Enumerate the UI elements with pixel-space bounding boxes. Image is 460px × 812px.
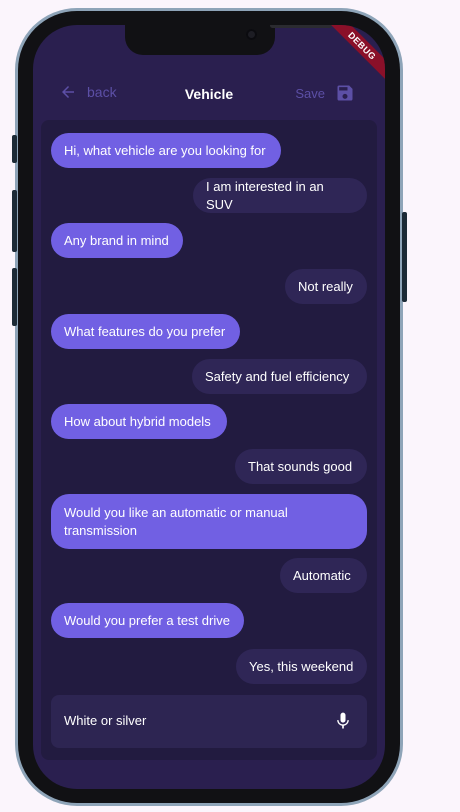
message-text: Safety and fuel efficiency xyxy=(205,368,350,384)
bot-message: Would you like an automatic or manual tr… xyxy=(51,494,367,549)
message-input-value[interactable]: White or silver xyxy=(64,713,146,728)
user-message: Safety and fuel efficiency xyxy=(192,359,367,394)
phone-side-button xyxy=(12,135,17,163)
speaker-grille xyxy=(270,25,332,28)
message-text: Any brand in mind xyxy=(64,232,169,248)
message-text: What features do you prefer xyxy=(64,323,226,339)
save-button[interactable]: Save xyxy=(295,83,355,103)
phone-notch xyxy=(125,25,332,55)
bot-message: Any brand in mind xyxy=(51,223,183,258)
user-message: Automatic xyxy=(280,558,367,593)
message-text: That sounds good xyxy=(248,458,353,474)
user-message: That sounds good xyxy=(235,449,367,484)
bot-message: How about hybrid models xyxy=(51,404,227,439)
message-text: Would you prefer a test drive xyxy=(64,612,230,628)
user-message: Not really xyxy=(285,269,367,304)
message-text: How about hybrid models xyxy=(64,413,211,429)
bot-message: Would you prefer a test drive xyxy=(51,603,244,638)
save-label: Save xyxy=(295,85,325,101)
message-text: Not really xyxy=(298,278,353,294)
message-text: Automatic xyxy=(293,567,351,583)
message-text: Yes, this weekend xyxy=(249,658,354,674)
message-input[interactable]: White or silver xyxy=(51,695,367,748)
user-message: I am interested in an SUV xyxy=(193,178,367,213)
phone-side-button xyxy=(12,268,17,326)
chat-panel: Hi, what vehicle are you looking for I a… xyxy=(41,120,377,760)
message-text: Would you like an automatic or manual tr… xyxy=(64,504,288,538)
message-text: Hi, what vehicle are you looking for xyxy=(64,142,266,158)
camera-icon xyxy=(246,29,257,40)
user-message: Yes, this weekend xyxy=(236,649,367,684)
save-icon xyxy=(337,85,353,101)
bot-message: What features do you prefer xyxy=(51,314,240,349)
app-bar: back Vehicle Save xyxy=(33,75,385,111)
mic-icon[interactable] xyxy=(333,711,353,731)
bot-message: Hi, what vehicle are you looking for xyxy=(51,133,281,168)
phone-side-button xyxy=(12,190,17,252)
message-text: I am interested in an SUV xyxy=(206,178,324,212)
phone-side-button xyxy=(402,212,407,302)
app-screen: DEBUG back Vehicle Save Hi, what vehicle… xyxy=(33,25,385,789)
